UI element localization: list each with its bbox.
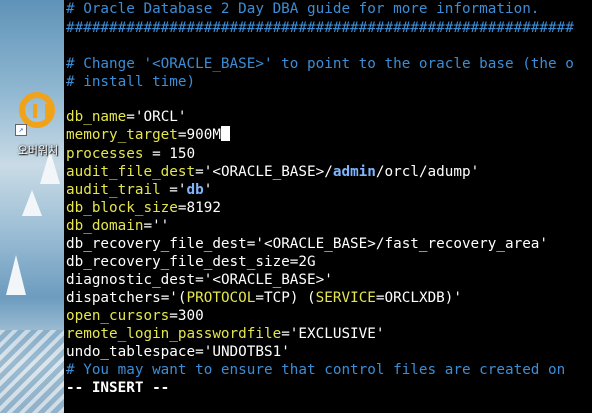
param-keyword: PROTOCOL <box>186 290 256 306</box>
wave-decoration <box>0 330 64 413</box>
param-value: ='( <box>160 290 187 306</box>
editor-line: db_recovery_file_dest='<ORACLE_BASE>/fas… <box>66 235 548 253</box>
shortcut-arrow-icon: ↗ <box>15 124 27 136</box>
editor-line: dispatchers='(PROTOCOL=TCP) (SERVICE=ORC… <box>66 289 462 307</box>
editor-line: audit_trail ='db' <box>66 181 212 199</box>
param-key: diagnostic_dest <box>66 272 196 288</box>
editor-line: undo_tablespace='UNDOTBS1' <box>66 343 290 361</box>
editor-line: diagnostic_dest='<ORACLE_BASE>' <box>66 271 333 289</box>
param-key: remote_login_passwordfile <box>66 326 282 342</box>
editor-line: # Oracle Database 2 Day DBA guide for mo… <box>66 1 540 17</box>
param-key: dispatchers <box>66 290 161 306</box>
editor-line: db_name='ORCL' <box>66 108 187 126</box>
overwatch-logo-icon <box>19 92 55 128</box>
param-value: ='<ORACLE_BASE>/fast_recovery_area' <box>246 236 549 252</box>
sailboat-decoration <box>6 255 26 295</box>
param-value: =8192 <box>177 200 221 216</box>
param-key: db_recovery_file_dest_size <box>66 254 290 270</box>
sailboat-decoration <box>22 190 42 216</box>
param-value: ='EXCLUSIVE' <box>281 326 385 342</box>
editor-line: open_cursors=300 <box>66 307 204 325</box>
param-keyword: admin <box>332 164 376 180</box>
editor-line: db_recovery_file_dest_size=2G <box>66 253 316 271</box>
param-keyword: SERVICE <box>315 290 376 306</box>
editor-line: processes = 150 <box>66 145 195 163</box>
editor-line: # You may want to ensure that control fi… <box>66 362 566 378</box>
param-key: undo_tablespace <box>66 344 196 360</box>
param-value: /orcl/adump' <box>375 164 480 180</box>
editor-line: db_domain='' <box>66 217 169 235</box>
param-value: =2G <box>289 254 316 270</box>
param-key: db_name <box>66 109 127 125</box>
editor-line: audit_file_dest='<ORACLE_BASE>/admin/orc… <box>66 163 479 181</box>
param-key: audit_file_dest <box>66 164 196 180</box>
param-value: ='<ORACLE_BASE>/ <box>195 164 333 180</box>
param-value: =' <box>160 182 187 198</box>
desktop-icon-label: 오버워치 <box>17 144 59 157</box>
editor-line: # install time) <box>66 74 196 90</box>
desktop-wallpaper <box>0 0 64 413</box>
vim-editor[interactable]: # Oracle Database 2 Day DBA guide for mo… <box>64 0 592 413</box>
vim-mode-indicator: -- INSERT -- <box>66 380 170 396</box>
param-value: =ORCLXDB)' <box>375 290 462 306</box>
param-key: memory_target <box>66 127 178 143</box>
param-key: db_block_size <box>66 200 178 216</box>
param-key: audit_trail <box>66 182 161 198</box>
param-keyword: db <box>186 182 204 198</box>
param-value: =TCP) ( <box>255 290 316 306</box>
param-value: ='UNDOTBS1' <box>195 344 290 360</box>
editor-line-current: memory_target=900M <box>66 126 230 144</box>
param-value: =900M <box>177 127 221 143</box>
param-key: db_recovery_file_dest <box>66 236 247 252</box>
editor-line: db_block_size=8192 <box>66 199 221 217</box>
param-key: db_domain <box>66 218 144 234</box>
param-value: =300 <box>169 308 204 324</box>
param-value: = 150 <box>143 146 196 162</box>
editor-line: remote_login_passwordfile='EXCLUSIVE' <box>66 325 384 343</box>
param-value: ='' <box>143 218 170 234</box>
text-cursor <box>220 126 230 141</box>
param-value: ='<ORACLE_BASE>' <box>195 272 333 288</box>
param-value: ='ORCL' <box>126 109 187 125</box>
param-value: ' <box>203 182 213 198</box>
editor-line: # Change '<ORACLE_BASE>' to point to the… <box>66 56 574 72</box>
editor-line: ########################################… <box>66 20 574 36</box>
desktop-shortcut-overwatch[interactable]: ↗ 오버워치 <box>12 92 64 162</box>
param-key: open_cursors <box>66 308 170 324</box>
param-key: processes <box>66 146 144 162</box>
